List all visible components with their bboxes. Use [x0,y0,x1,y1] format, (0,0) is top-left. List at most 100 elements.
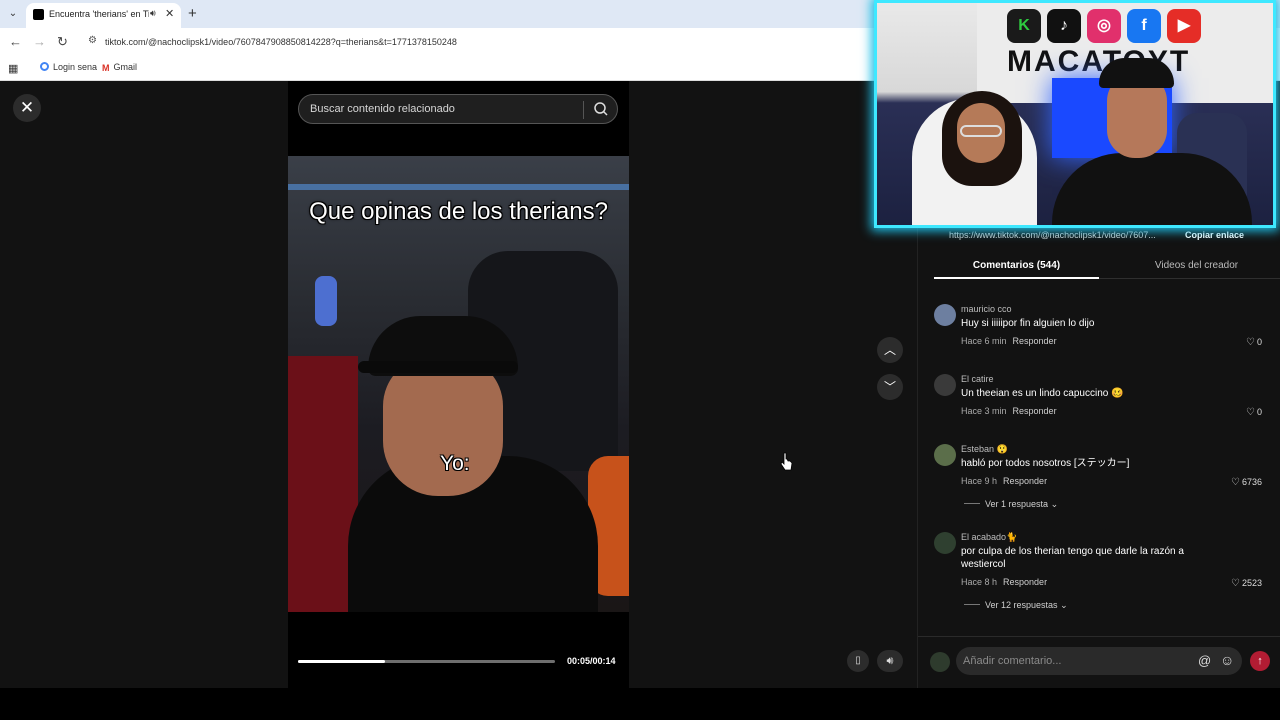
copy-link-button[interactable]: Copiar enlace [1185,230,1244,240]
google-icon [40,62,49,71]
webcam-person-right-cap [1099,58,1174,88]
send-icon[interactable]: ↑ [1250,651,1270,671]
avatar[interactable] [934,304,956,326]
video-player[interactable]: Que opinas de los therians? Yo: [288,156,629,612]
search-icon[interactable] [592,100,610,118]
comment-username[interactable]: mauricio cco [961,304,1012,314]
avatar[interactable] [934,374,956,396]
facebook-logo-icon: f [1127,9,1161,43]
comment-text: Un theeian es un lindo capuccino 🥴 [961,388,1124,399]
back-icon[interactable]: ← [9,34,22,49]
gmail-icon: M [102,63,110,73]
bookmark-login-sena[interactable]: Login sena [40,62,97,72]
like-count: 0 [1256,337,1262,347]
like-count: 2523 [1241,578,1262,588]
comment-input[interactable]: Añadir comentario... @ ☺ [956,647,1242,675]
video-person-cap-brim [358,361,518,373]
at-icon[interactable]: @ [1198,653,1211,668]
comment-item: mauricio cco Huy si iiiiipor fin alguien… [934,304,1274,354]
like-count: 6736 [1241,477,1262,487]
tab-title: Encuentra 'therians' en TikTok [49,9,149,19]
like-count: 0 [1256,407,1262,417]
url-text: tiktok.com/@nachoclipsk1/video/760784790… [105,37,457,47]
panel-tabs: Comentarios (544) Videos del creador [934,251,1280,279]
comment-meta: Hace 9 h Responder [961,476,1047,486]
heart-icon: ♡ [1231,477,1240,488]
comment-meta: Hace 3 min Responder [961,406,1057,416]
related-search-input[interactable]: Buscar contenido relacionado [298,94,618,124]
reload-icon[interactable]: ↻ [57,34,68,50]
cursor-icon [780,452,793,471]
heart-icon: ♡ [1246,407,1255,418]
tab-search-icon[interactable]: ⌄ [5,6,21,22]
tiktok-logo-icon: ♪ [1047,9,1081,43]
reply-button[interactable]: Responder [1013,336,1057,346]
forward-icon[interactable]: → [33,34,46,49]
avatar [930,652,950,672]
tab-comments[interactable]: Comentarios (544) [934,251,1099,279]
video-overlay-label: Yo: [440,452,470,475]
replies-line [964,604,980,605]
video-background-light [288,184,629,190]
view-replies-button[interactable]: Ver 1 respuesta ⌄ [964,499,1058,510]
tab-close-icon[interactable]: ✕ [165,7,174,20]
avatar[interactable] [934,532,956,554]
comment-username[interactable]: El acabado🐈 [961,532,1017,543]
reply-button[interactable]: Responder [1003,476,1047,486]
comment-text: habló por todos nosotros [ステッカー] [961,458,1130,469]
chevron-down-icon[interactable]: ﹀ [877,374,903,400]
apps-icon[interactable]: ▦ [8,62,18,75]
like-button[interactable]: ♡ 6736 [1231,477,1262,488]
search-divider [583,101,584,119]
chevron-down-icon: ⌄ [1060,600,1068,610]
comment-time: Hace 8 h [961,577,998,587]
comment-text: por culpa de los therian tengo que darle… [961,546,1184,570]
replies-line [964,503,980,504]
comment-composer: Añadir comentario... @ ☺ ↑ [918,636,1280,688]
video-caption: Que opinas de los therians? [309,198,608,225]
comment-time: Hace 9 h [961,476,998,486]
comment-placeholder: Añadir comentario... [963,655,1062,667]
chevron-up-icon[interactable]: ︿ [877,337,903,363]
comment-time: Hace 3 min [961,406,1007,416]
share-link-text: https://www.tiktok.com/@nachoclipsk1/vid… [949,230,1156,240]
volume-icon[interactable]: 🔊︎ [877,650,903,672]
reply-button[interactable]: Responder [1003,577,1047,587]
address-bar[interactable]: ⚙ tiktok.com/@nachoclipsk1/video/7607847… [80,30,880,54]
webcam-overlay: K ♪ ◎ f ▶ MACATOYT [874,0,1276,228]
video-progress-bar[interactable] [298,660,555,663]
comment-username[interactable]: El catire [961,374,994,384]
heart-icon: ♡ [1246,337,1255,348]
comment-item: El acabado🐈 por culpa de los therian ten… [934,532,1274,612]
comment-meta: Hace 8 h Responder [961,577,1047,587]
video-progress-fill [298,660,386,663]
like-button[interactable]: ♡ 2523 [1231,578,1262,589]
site-info-icon[interactable]: ⚙ [88,35,97,46]
avatar[interactable] [934,444,956,466]
search-placeholder: Buscar contenido relacionado [310,103,455,115]
emoji-icon[interactable]: ☺ [1220,652,1234,668]
bookmark-gmail[interactable]: M Gmail [102,62,137,73]
youtube-logo-icon: ▶ [1167,9,1201,43]
webcam-glasses [960,125,1002,137]
video-figurine [315,276,337,326]
share-link-row: https://www.tiktok.com/@nachoclipsk1/vid… [939,227,1269,243]
heart-icon: ♡ [1231,578,1240,589]
comment-time: Hace 6 min [961,336,1007,346]
browser-tab[interactable]: Encuentra 'therians' en TikTok 🔊︎ ✕ [26,3,181,28]
comment-text: Huy si iiiiipor fin alguien lo dijo [961,318,1095,329]
close-icon[interactable]: ✕ [13,94,41,122]
comment-item: Esteban 😲 habló por todos nosotros [ステッカ… [934,444,1274,514]
comment-item: El catire Un theeian es un lindo capucci… [934,374,1274,424]
tab-creator-videos[interactable]: Videos del creador [1114,251,1279,279]
report-icon[interactable]: ▯ [847,650,869,672]
view-replies-button[interactable]: Ver 12 respuestas ⌄ [964,600,1068,611]
comment-meta: Hace 6 min Responder [961,336,1057,346]
like-button[interactable]: ♡ 0 [1246,407,1262,418]
tiktok-favicon-icon [33,9,44,20]
comment-username[interactable]: Esteban 😲 [961,444,1008,455]
like-button[interactable]: ♡ 0 [1246,337,1262,348]
new-tab-icon[interactable]: + [188,5,197,22]
reply-button[interactable]: Responder [1013,406,1057,416]
audio-playing-icon[interactable]: 🔊︎ [150,8,156,19]
